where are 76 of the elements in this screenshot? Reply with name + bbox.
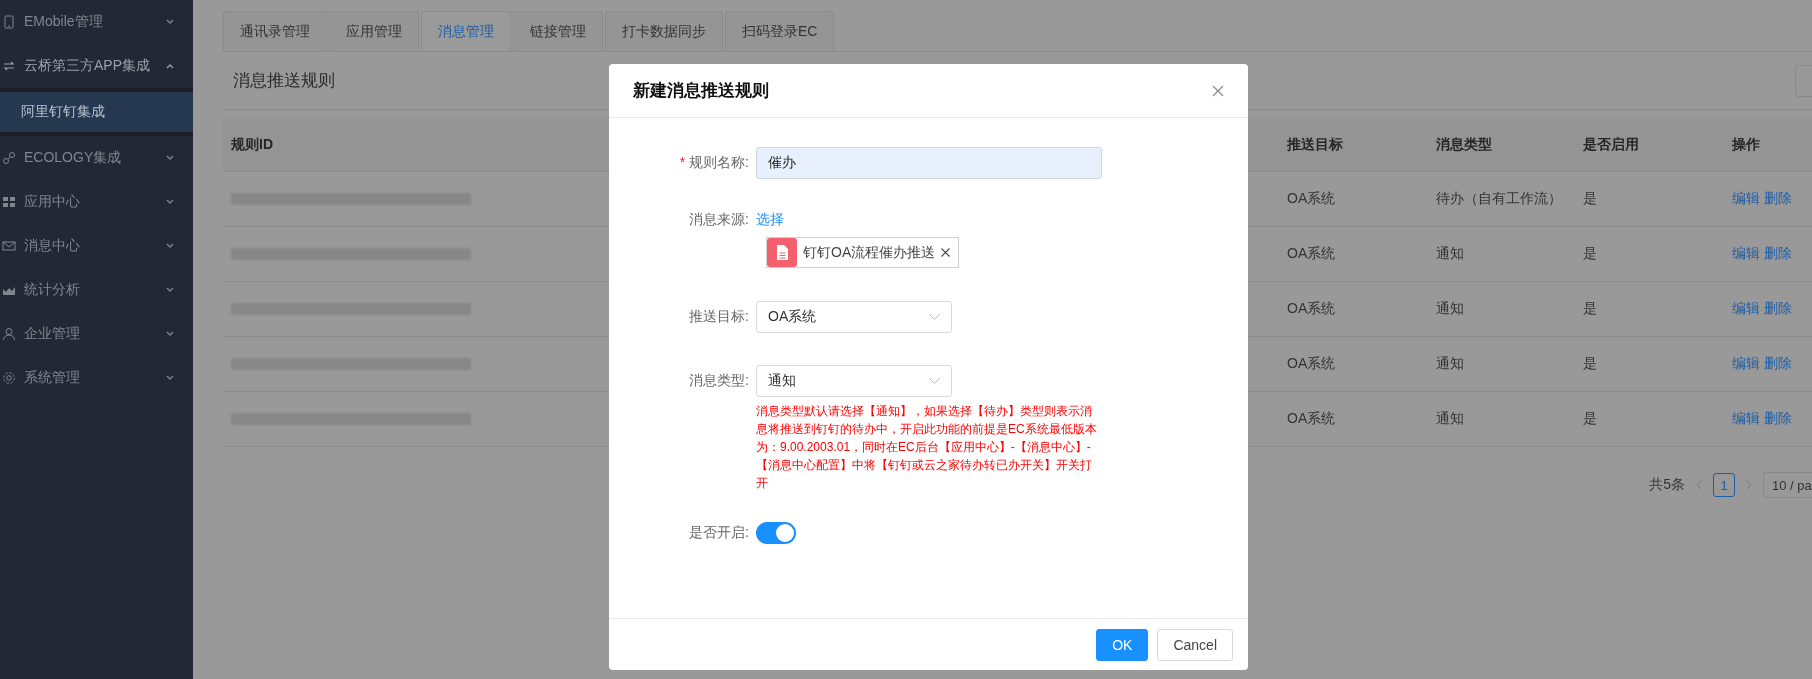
- sidebar-subitem[interactable]: 阿里钉钉集成: [0, 92, 193, 132]
- column-header: 操作: [1731, 136, 1761, 154]
- cancel-button[interactable]: Cancel: [1157, 628, 1233, 661]
- tab[interactable]: 通讯录管理: [223, 11, 327, 51]
- phone-icon: [2, 15, 16, 29]
- table-cell-text: OA系统: [1286, 355, 1337, 373]
- column-header: 规则ID: [230, 136, 274, 154]
- table-cell-text: 通知: [1435, 300, 1465, 318]
- delete-link[interactable]: 删除: [1764, 410, 1792, 428]
- delete-link[interactable]: 删除: [1764, 245, 1792, 263]
- field-label: 消息来源:: [689, 211, 749, 229]
- table-cell-text: 通知: [1435, 355, 1465, 373]
- grid-icon: [2, 195, 16, 209]
- document-icon: [767, 238, 797, 267]
- select-link[interactable]: 选择: [756, 211, 784, 227]
- delete-link[interactable]: 删除: [1764, 190, 1792, 208]
- field-label: 消息类型:: [689, 372, 749, 390]
- settings-icon: [2, 371, 16, 385]
- user-icon: [2, 327, 16, 341]
- edit-link[interactable]: 编辑: [1732, 300, 1760, 318]
- sidebar-item[interactable]: 系统管理: [0, 356, 193, 400]
- table-cell-text: 是: [1582, 410, 1598, 428]
- rule-name-field[interactable]: 催办: [756, 147, 1102, 179]
- field-label: * 规则名称:: [679, 154, 749, 172]
- sidebar-item[interactable]: 应用中心: [0, 180, 193, 224]
- tab[interactable]: 打卡数据同步: [605, 11, 723, 51]
- delete-link[interactable]: 删除: [1764, 300, 1792, 318]
- sidebar-item[interactable]: 企业管理: [0, 312, 193, 356]
- toggle-switch[interactable]: [756, 522, 796, 544]
- page-size-select[interactable]: 10 / pa: [1763, 472, 1812, 498]
- close-icon[interactable]: [1212, 84, 1224, 97]
- column-header: 推送目标: [1286, 136, 1344, 154]
- page-button[interactable]: 1: [1713, 473, 1735, 497]
- sidebar-item[interactable]: EMobile管理: [0, 0, 193, 44]
- edit-link[interactable]: 编辑: [1732, 245, 1760, 263]
- caret-icon: [929, 377, 940, 385]
- swap-icon: [2, 59, 16, 73]
- field-label: 是否开启:: [689, 524, 749, 542]
- column-header: 是否启用: [1582, 136, 1640, 154]
- tab[interactable]: 链接管理: [513, 11, 603, 51]
- table-cell-text: 待办（自有工作流）: [1435, 190, 1563, 208]
- remove-icon[interactable]: [941, 248, 951, 257]
- table-cell-text: 是: [1582, 190, 1598, 208]
- caret-icon: [929, 313, 940, 321]
- table-cell-text: 是: [1582, 300, 1598, 318]
- sidebar-item[interactable]: 云桥第三方APP集成: [0, 44, 193, 88]
- table-cell-text: OA系统: [1286, 300, 1337, 318]
- sidebar-item[interactable]: 消息中心: [0, 224, 193, 268]
- mail-icon: [2, 239, 16, 253]
- edit-link[interactable]: 编辑: [1732, 355, 1760, 373]
- link-icon: [2, 151, 16, 165]
- select-field[interactable]: 通知: [756, 365, 952, 397]
- sidebar-item[interactable]: 统计分析: [0, 268, 193, 312]
- dialog-title: 新建消息推送规则: [633, 80, 769, 102]
- table-cell-text: OA系统: [1286, 190, 1337, 208]
- field-label: 推送目标:: [689, 308, 749, 326]
- page-title: 消息推送规则: [233, 70, 335, 92]
- tab[interactable]: 应用管理: [329, 11, 419, 51]
- delete-link[interactable]: 删除: [1764, 355, 1792, 373]
- tab[interactable]: 消息管理: [421, 11, 511, 51]
- ok-button[interactable]: OK: [1096, 628, 1149, 661]
- table-cell-text: 通知: [1435, 410, 1465, 428]
- select-field[interactable]: OA系统: [756, 301, 952, 333]
- total-count: 共5条: [1649, 476, 1685, 494]
- source-tag: 钉钉OA流程催办推送: [766, 237, 960, 268]
- table-cell-text: OA系统: [1286, 410, 1337, 428]
- sidebar-item[interactable]: ECOLOGY集成: [0, 136, 193, 180]
- edit-link[interactable]: 编辑: [1732, 190, 1760, 208]
- table-cell-text: 是: [1582, 355, 1598, 373]
- column-header: 消息类型: [1435, 136, 1493, 154]
- edit-link[interactable]: 编辑: [1732, 410, 1760, 428]
- table-cell-text: OA系统: [1286, 245, 1337, 263]
- table-cell-text: 是: [1582, 245, 1598, 263]
- tab[interactable]: 扫码登录EC: [725, 11, 835, 51]
- table-cell-text: 通知: [1435, 245, 1465, 263]
- hint-text: 消息类型默认请选择【通知】，如果选择【待办】类型则表示消息将推送到钉钉的待办中，开启此功能的前提是EC系统最低版本为：9.00.2003.01，同时在EC后台【应用中心】-【消息中心】-【消息中心配置】中将【钉钉或云之家待办转已办开关】开关打开: [756, 403, 1098, 492]
